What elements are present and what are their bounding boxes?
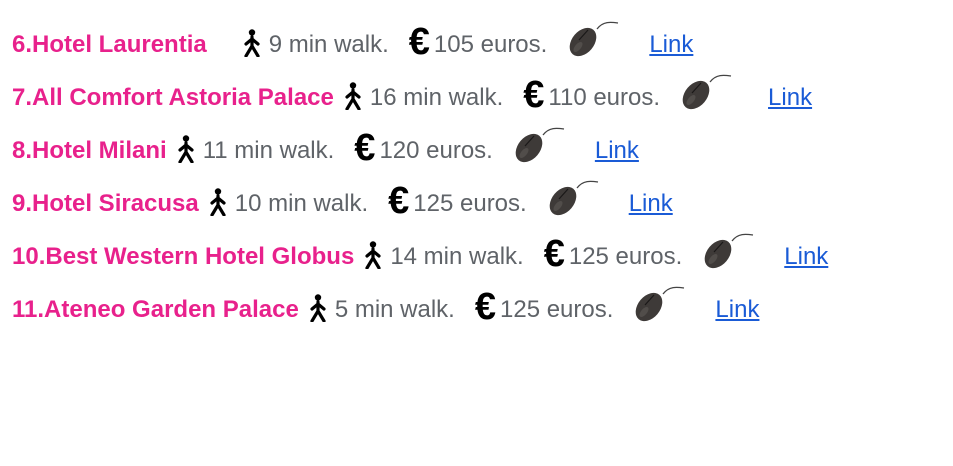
euro-icon: €: [474, 285, 496, 328]
computer-mouse-icon: [678, 73, 732, 111]
hotel-row: 6.Hotel Laurentia 9 min walk. € 105 euro…: [12, 18, 828, 71]
euro-icon: €: [523, 73, 545, 116]
hotel-name: 8.Hotel Milani: [12, 136, 167, 164]
hotel-link[interactable]: Link: [595, 137, 639, 165]
computer-mouse-icon: [545, 179, 599, 217]
euro-icon: €: [354, 126, 376, 169]
walking-person-icon: [177, 134, 195, 163]
computer-mouse-icon: [631, 285, 685, 323]
walk-time: 10 min walk.: [234, 189, 369, 217]
hotel-link[interactable]: Link: [649, 31, 693, 59]
hotel-link[interactable]: Link: [768, 84, 812, 112]
hotel-row: 8.Hotel Milani 11 min walk. € 120 euros.…: [12, 124, 828, 177]
computer-mouse-icon: [511, 126, 565, 164]
hotel-row: 9.Hotel Siracusa 10 min walk. € 125 euro…: [12, 177, 828, 230]
walking-person-icon: [243, 28, 261, 57]
walking-person-icon: [309, 293, 327, 322]
price: 105 euros.: [433, 30, 548, 58]
walking-person-icon: [344, 81, 362, 110]
hotel-name: 6.Hotel Laurentia: [12, 30, 207, 58]
walk-time: 16 min walk.: [369, 83, 504, 111]
price: 120 euros.: [379, 136, 493, 164]
hotel-name: 7.All Comfort Astoria Palace: [12, 83, 334, 111]
hotel-name: 11.Ateneo Garden Palace: [12, 295, 299, 323]
price: 125 euros.: [500, 295, 614, 323]
hotel-link[interactable]: Link: [629, 190, 673, 218]
euro-icon: €: [388, 179, 410, 222]
hotel-name: 9.Hotel Siracusa: [12, 189, 199, 217]
computer-mouse-icon: [700, 232, 754, 270]
price: 125 euros.: [568, 242, 683, 270]
hotel-link[interactable]: Link: [715, 296, 759, 324]
walking-person-icon: [209, 187, 227, 216]
computer-mouse-icon: [565, 20, 619, 58]
walking-person-icon: [364, 240, 382, 269]
walk-time: 11 min walk.: [202, 136, 335, 164]
walk-time: 14 min walk.: [390, 242, 524, 270]
hotel-row: 10.Best Western Hotel Globus 14 min walk…: [12, 230, 828, 283]
hotel-list: 6.Hotel Laurentia 9 min walk. € 105 euro…: [12, 18, 828, 336]
price: 125 euros.: [413, 189, 527, 217]
hotel-row: 7.All Comfort Astoria Palace 16 min walk…: [12, 71, 828, 124]
euro-icon: €: [543, 232, 565, 275]
walk-time: 5 min walk.: [334, 295, 455, 323]
hotel-row: 11.Ateneo Garden Palace 5 min walk. € 12…: [12, 283, 828, 336]
walk-time: 9 min walk.: [268, 30, 389, 58]
price: 110 euros.: [548, 83, 661, 111]
euro-icon: €: [408, 20, 430, 63]
hotel-name: 10.Best Western Hotel Globus: [12, 242, 355, 270]
hotel-link[interactable]: Link: [784, 243, 828, 271]
